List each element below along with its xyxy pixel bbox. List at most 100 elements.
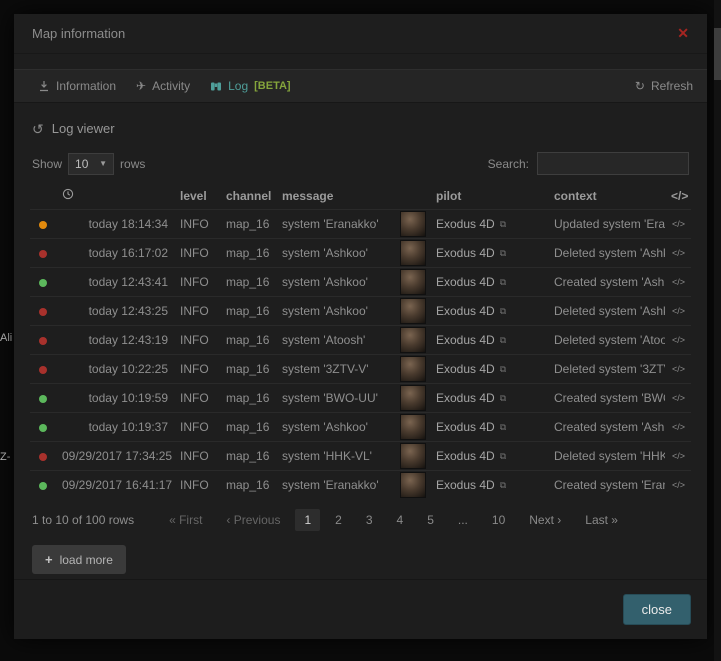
status-dot — [39, 366, 47, 374]
log-viewer-title: Log viewer — [52, 121, 115, 136]
log-channel: map_16 — [220, 384, 276, 413]
log-message: system 'Ashkoo' — [276, 413, 398, 442]
dialog-body: ↺ Log viewer Show 10 ▼ rows Search: — [14, 103, 707, 579]
dialog-title: Map information — [32, 26, 125, 41]
tab-log[interactable]: Log [BETA] — [200, 73, 301, 99]
tab-information[interactable]: Information — [28, 73, 126, 99]
status-dot — [39, 221, 47, 229]
log-level: INFO — [174, 239, 220, 268]
tab-information-label: Information — [56, 79, 116, 93]
pilot-avatar — [400, 472, 426, 498]
pilot-name: Exodus 4D — [436, 217, 495, 231]
page-button[interactable]: 10 — [483, 509, 514, 531]
previous-page-button[interactable]: ‹ Previous — [217, 509, 289, 531]
pilot-name: Exodus 4D — [436, 275, 495, 289]
clock-icon — [62, 188, 74, 200]
last-page-button[interactable]: Last » — [576, 509, 627, 531]
status-dot — [39, 424, 47, 432]
log-viewer-heading: ↺ Log viewer — [32, 121, 691, 136]
close-button[interactable]: close — [623, 594, 691, 625]
first-page-button[interactable]: « First — [160, 509, 211, 531]
table-row[interactable]: today 12:43:19 INFO map_16 system 'Atoos… — [30, 326, 691, 355]
search-group: Search: — [488, 152, 689, 175]
log-context: Deleted system 'Ashkoo' ... — [548, 239, 665, 268]
table-row[interactable]: 09/29/2017 16:41:17 INFO map_16 system '… — [30, 471, 691, 500]
close-icon[interactable]: ✕ — [677, 25, 689, 42]
page-button[interactable]: 1 — [295, 509, 320, 531]
log-channel: map_16 — [220, 326, 276, 355]
status-dot — [39, 453, 47, 461]
scrollbar-thumb[interactable] — [714, 28, 721, 80]
table-row[interactable]: today 10:19:37 INFO map_16 system 'Ashko… — [30, 413, 691, 442]
log-channel: map_16 — [220, 413, 276, 442]
external-link-icon: ⧉ — [500, 451, 506, 462]
pilot-column-header[interactable]: pilot — [430, 185, 548, 210]
level-column-header[interactable]: level — [174, 185, 220, 210]
code-column-header[interactable]: </> — [665, 185, 691, 210]
external-link-icon: ⧉ — [500, 306, 506, 317]
code-icon: </> — [672, 277, 685, 287]
page-button: ... — [449, 509, 477, 531]
avatar-column-header — [398, 185, 430, 210]
tab-log-label: Log — [228, 79, 248, 93]
log-channel: map_16 — [220, 268, 276, 297]
page-button[interactable]: 2 — [326, 509, 351, 531]
page-size-value: 10 — [75, 157, 88, 171]
page-button[interactable]: 4 — [388, 509, 413, 531]
pilot-name: Exodus 4D — [436, 391, 495, 405]
log-level: INFO — [174, 355, 220, 384]
beta-badge: [BETA] — [254, 80, 290, 92]
background-map-label: Z- — [0, 451, 10, 463]
pilot-name: Exodus 4D — [436, 449, 495, 463]
external-link-icon: ⧉ — [500, 364, 506, 375]
time-column-header[interactable] — [56, 185, 174, 210]
search-label: Search: — [488, 157, 529, 171]
binoculars-icon — [210, 80, 222, 92]
table-row[interactable]: today 12:43:25 INFO map_16 system 'Ashko… — [30, 297, 691, 326]
code-icon: </> — [672, 451, 685, 461]
table-row[interactable]: today 10:19:59 INFO map_16 system 'BWO-U… — [30, 384, 691, 413]
log-level: INFO — [174, 384, 220, 413]
refresh-button[interactable]: ↻ Refresh — [635, 79, 693, 93]
status-dot — [39, 395, 47, 403]
log-time: today 18:14:34 — [56, 210, 174, 239]
log-context: Deleted system 'Atoosh' #... — [548, 326, 665, 355]
log-level: INFO — [174, 268, 220, 297]
log-message: system 'Ashkoo' — [276, 297, 398, 326]
log-channel: map_16 — [220, 297, 276, 326]
pilot-avatar — [400, 298, 426, 324]
code-icon: </> — [672, 335, 685, 345]
scrollbar[interactable] — [714, 0, 721, 661]
search-input[interactable] — [537, 152, 689, 175]
plane-icon: ✈ — [136, 80, 146, 92]
log-time: 09/29/2017 17:34:25 — [56, 442, 174, 471]
table-row[interactable]: today 18:14:34 INFO map_16 system 'Erana… — [30, 210, 691, 239]
tab-bar: Information ✈ Activity Log [BETA] ↻ Refr… — [14, 69, 707, 103]
log-channel: map_16 — [220, 239, 276, 268]
next-page-button[interactable]: Next › — [520, 509, 570, 531]
load-more-button[interactable]: + load more — [32, 545, 126, 574]
page-size-group: Show 10 ▼ rows — [32, 153, 145, 175]
code-icon: </> — [672, 422, 685, 432]
table-row[interactable]: today 10:22:25 INFO map_16 system '3ZTV-… — [30, 355, 691, 384]
status-column-header[interactable] — [30, 185, 56, 210]
code-icon: </> — [672, 306, 685, 316]
context-column-header[interactable]: context — [548, 185, 665, 210]
table-row[interactable]: today 12:43:41 INFO map_16 system 'Ashko… — [30, 268, 691, 297]
refresh-icon: ↻ — [635, 80, 645, 92]
table-controls: Show 10 ▼ rows Search: — [32, 152, 689, 175]
pilot-name: Exodus 4D — [436, 478, 495, 492]
table-header-row: level channel message pilot context </> — [30, 185, 691, 210]
message-column-header[interactable]: message — [276, 185, 398, 210]
pilot-name: Exodus 4D — [436, 420, 495, 434]
table-row[interactable]: 09/29/2017 17:34:25 INFO map_16 system '… — [30, 442, 691, 471]
status-dot — [39, 308, 47, 316]
tab-activity[interactable]: ✈ Activity — [126, 73, 200, 99]
code-icon: </> — [672, 393, 685, 403]
page-button[interactable]: 5 — [418, 509, 443, 531]
table-row[interactable]: today 16:17:02 INFO map_16 system 'Ashko… — [30, 239, 691, 268]
page-button[interactable]: 3 — [357, 509, 382, 531]
log-channel: map_16 — [220, 471, 276, 500]
page-size-select[interactable]: 10 ▼ — [68, 153, 114, 175]
channel-column-header[interactable]: channel — [220, 185, 276, 210]
